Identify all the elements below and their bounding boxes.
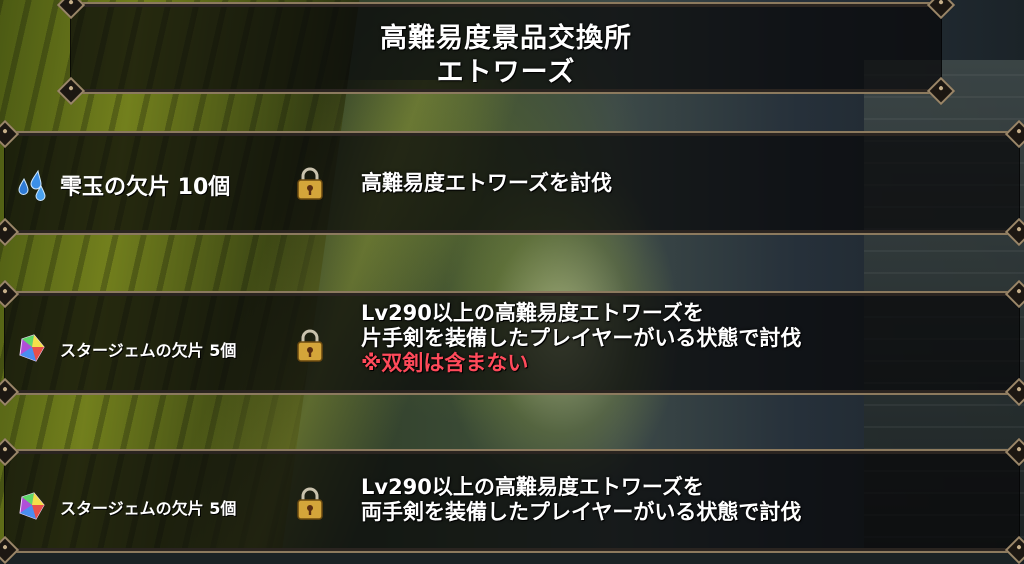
droplet-gems-icon bbox=[14, 169, 54, 201]
reward-label: スタージェムの欠片 5個 bbox=[60, 499, 237, 518]
condition-line: 両手剣を装備したプレイヤーがいる状態で討伐 bbox=[361, 500, 802, 524]
title-banner: 高難易度景品交換所 エトワーズ bbox=[56, 0, 956, 106]
page-subtitle: エトワーズ bbox=[436, 57, 576, 88]
star-gem-shard-icon bbox=[14, 333, 54, 365]
condition-line: 片手剣を装備したプレイヤーがいる状態で討伐 bbox=[361, 326, 802, 350]
reward-row[interactable]: 雫玉の欠片 10個 高難易度エトワーズを討伐 bbox=[0, 119, 1024, 247]
reward-item: 雫玉の欠片 10個 bbox=[14, 169, 230, 201]
condition-note: ※双剣は含まない bbox=[361, 351, 529, 375]
reward-item: スタージェムの欠片 5個 bbox=[14, 491, 236, 523]
unlock-condition: 高難易度エトワーズを討伐 bbox=[361, 171, 612, 196]
reward-row[interactable]: スタージェムの欠片 5個 Lv290以上の高難易度エトワーズを 片手剣を装備した… bbox=[0, 279, 1024, 407]
reward-label: 雫玉の欠片 10個 bbox=[60, 175, 231, 200]
unlock-condition: Lv290以上の高難易度エトワーズを 両手剣を装備したプレイヤーがいる状態で討伐 bbox=[361, 475, 801, 525]
reward-label: スタージェムの欠片 5個 bbox=[60, 341, 237, 360]
star-gem-shard-icon bbox=[14, 491, 54, 523]
reward-row[interactable]: スタージェムの欠片 5個 Lv290以上の高難易度エトワーズを 両手剣を装備した… bbox=[0, 437, 1024, 564]
condition-line: Lv290以上の高難易度エトワーズを bbox=[361, 301, 704, 325]
padlock-icon bbox=[295, 167, 325, 201]
padlock-icon bbox=[295, 487, 325, 521]
condition-line: 高難易度エトワーズを討伐 bbox=[361, 171, 612, 195]
unlock-condition: Lv290以上の高難易度エトワーズを 片手剣を装備したプレイヤーがいる状態で討伐… bbox=[361, 301, 801, 376]
padlock-icon bbox=[295, 329, 325, 363]
reward-item: スタージェムの欠片 5個 bbox=[14, 333, 236, 365]
condition-line: Lv290以上の高難易度エトワーズを bbox=[361, 475, 704, 499]
